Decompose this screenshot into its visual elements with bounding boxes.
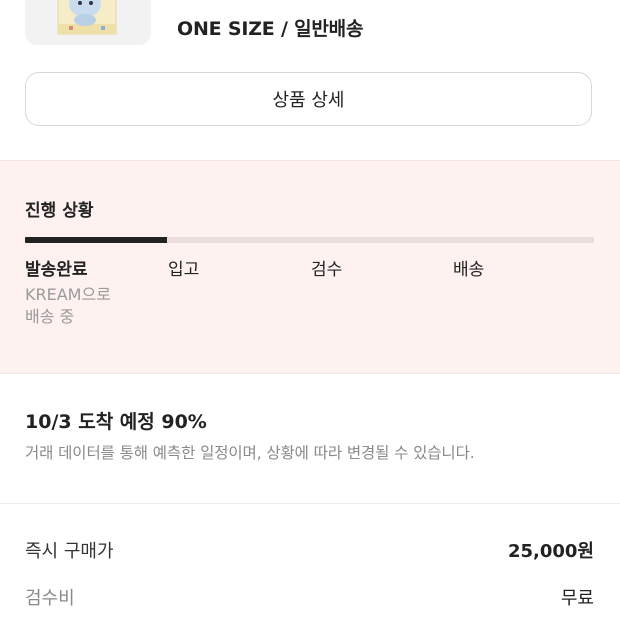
product-detail-button[interactable]: 상품 상세 [25,72,592,126]
progress-title: 진행 상황 [25,201,94,221]
progress-bar [25,237,594,243]
progress-step-description: KREAM으로 배송 중 [25,285,111,326]
product-thumbnail[interactable] [25,0,151,45]
instant-buy-price-value: 25,000원 [507,541,594,562]
eta-title: 10/3 도착 예정 90% [25,411,207,433]
section-divider [0,503,620,504]
progress-step-warehouse: 입고 [168,260,200,280]
progress-step-delivery: 배송 [453,260,485,280]
inspection-fee-value: 무료 [560,588,594,609]
product-image [25,0,151,45]
product-option: ONE SIZE / 일반배송 [177,18,364,40]
progress-bar-fill [25,237,168,243]
progress-section: 진행 상황 발송완료 입고 검수 배송 KREAM으로 배송 중 [0,160,620,374]
progress-step-inspection: 검수 [311,260,343,280]
inspection-fee-label: 검수비 [25,588,75,609]
instant-buy-price-label: 즉시 구매가 [25,541,114,562]
progress-step-shipped: 발송완료 [25,260,88,280]
eta-description: 거래 데이터를 통해 예측한 일정이며, 상황에 따라 변경될 수 있습니다. [25,444,475,462]
